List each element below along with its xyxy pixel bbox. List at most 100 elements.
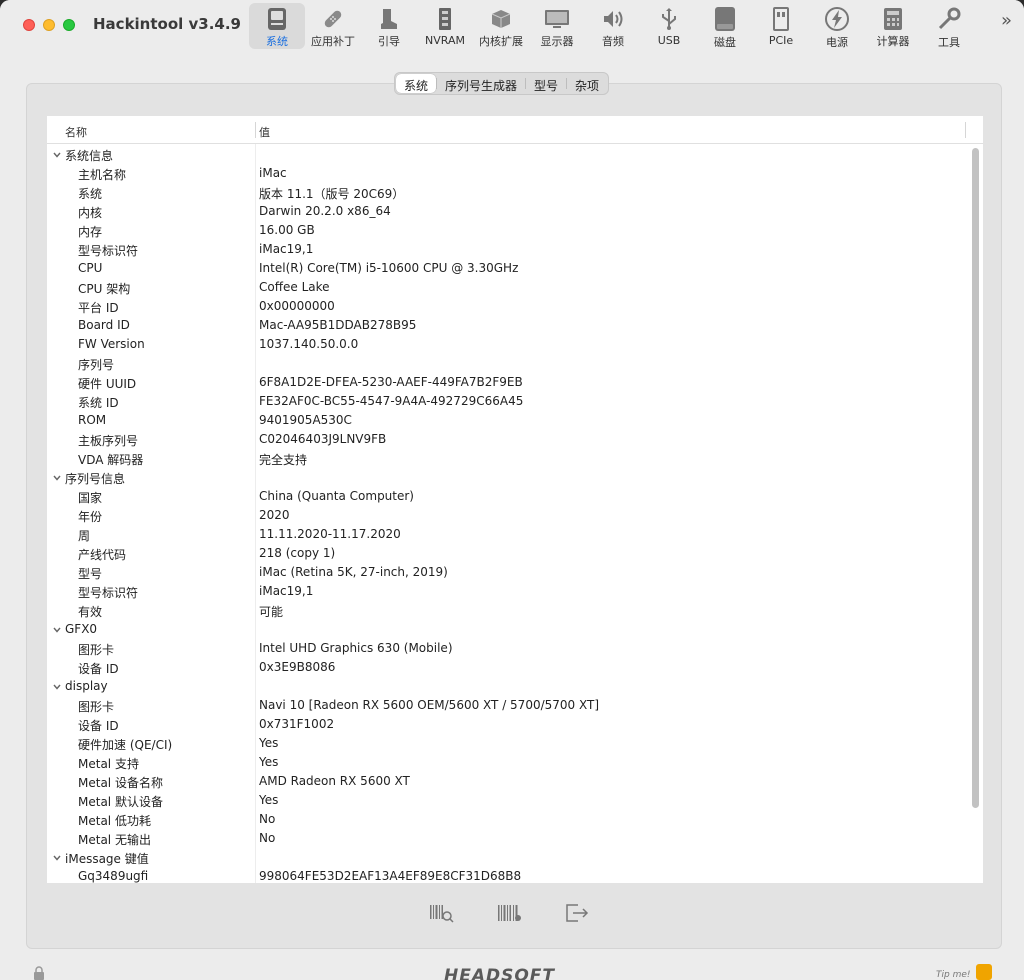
kext-icon <box>488 6 514 31</box>
toolbar-item-system[interactable]: 系统 <box>249 3 305 49</box>
table-row[interactable]: Gq3489ugfi 998064FE53D2EAF13A4EF89E8CF31D… <box>47 867 967 883</box>
table-row[interactable]: Metal 设备名称 AMD Radeon RX 5600 XT <box>47 772 967 791</box>
toolbar-item-pcie[interactable]: PCIe <box>753 3 809 49</box>
table-row[interactable]: 系统 ID FE32AF0C-BC55-4547-9A4A-492729C66A4… <box>47 392 967 411</box>
table-row[interactable]: Metal 低功耗 No <box>47 810 967 829</box>
maximize-window-button[interactable] <box>63 19 75 31</box>
generate-barcode-icon[interactable] <box>494 898 524 928</box>
cell-name: FW Version <box>78 337 145 351</box>
close-window-button[interactable] <box>23 19 35 31</box>
cell-value: AMD Radeon RX 5600 XT <box>259 774 410 788</box>
table-group-row[interactable]: 系统信息 <box>47 145 967 164</box>
cell-name: 有效 <box>78 605 103 619</box>
table-group-row[interactable]: GFX0 <box>47 620 967 639</box>
table-row[interactable]: 设备 ID 0x3E9B8086 <box>47 658 967 677</box>
tab-bar: 系统 序列号生成器 型号 杂项 <box>394 72 610 95</box>
cell-value: Mac-AA95B1DDAB278B95 <box>259 318 417 332</box>
toolbar-item-boot[interactable]: 引导 <box>361 3 417 49</box>
table-row[interactable]: 内存 16.00 GB <box>47 221 967 240</box>
toolbar-item-calculator[interactable]: 计算器 <box>865 3 921 49</box>
table-row[interactable]: FW Version 1037.140.50.0.0 <box>47 335 967 354</box>
cell-value: China (Quanta Computer) <box>259 489 414 503</box>
tip-me-label[interactable]: Tip me! <box>936 970 970 980</box>
table-row[interactable]: Board ID Mac-AA95B1DDAB278B95 <box>47 316 967 335</box>
cell-name: Metal 低功耗 <box>78 814 151 828</box>
minimize-window-button[interactable] <box>43 19 55 31</box>
export-icon[interactable] <box>562 898 592 928</box>
tab-model[interactable]: 型号 <box>526 74 566 93</box>
cell-name: 型号标识符 <box>78 244 139 258</box>
table-row[interactable]: 序列号 <box>47 354 967 373</box>
cell-name: VDA 解码器 <box>78 453 144 467</box>
table-row[interactable]: 主机名称 iMac <box>47 164 967 183</box>
headsoft-logo[interactable]: HEADSOFT <box>444 966 555 980</box>
cell-value: No <box>259 812 276 826</box>
toolbar-item-power[interactable]: 电源 <box>809 3 865 49</box>
table-row[interactable]: Metal 默认设备 Yes <box>47 791 967 810</box>
cell-name: 硬件 UUID <box>78 377 137 391</box>
table-row[interactable]: 年份 2020 <box>47 506 967 525</box>
toolbar-label: 计算器 <box>876 35 910 48</box>
toolbar-item-usb[interactable]: USB <box>641 3 697 49</box>
toolbar-item-kext[interactable]: 内核扩展 <box>473 3 529 49</box>
cell-value: No <box>259 831 276 845</box>
table-row[interactable]: 设备 ID 0x731F1002 <box>47 715 967 734</box>
table-row[interactable]: 主板序列号 C02046403J9LNV9FB <box>47 430 967 449</box>
cell-name: 设备 ID <box>78 662 119 676</box>
table-row[interactable]: 系统 版本 11.1（版号 20C69） <box>47 183 967 202</box>
table-row[interactable]: Metal 无输出 No <box>47 829 967 848</box>
toolbar-item-display[interactable]: 显示器 <box>529 3 585 49</box>
table-row[interactable]: 内核 Darwin 20.2.0 x86_64 <box>47 202 967 221</box>
table-row[interactable]: 硬件 UUID 6F8A1D2E-DFEA-5230-AAEF-449FA7B2F… <box>47 373 967 392</box>
table-row[interactable]: 图形卡 Navi 10 [Radeon RX 5600 OEM/5600 XT /… <box>47 696 967 715</box>
table-row[interactable]: 型号标识符 iMac19,1 <box>47 582 967 601</box>
table-row[interactable]: 型号标识符 iMac19,1 <box>47 240 967 259</box>
toolbar-item-nvram[interactable]: NVRAM <box>417 3 473 49</box>
column-header-value[interactable]: 值 <box>259 124 270 140</box>
tab-serial-generator[interactable]: 序列号生成器 <box>437 74 525 93</box>
table-row[interactable]: 有效 可能 <box>47 601 967 620</box>
table-group-row[interactable]: iMessage 键值 <box>47 848 967 867</box>
tab-system[interactable]: 系统 <box>396 74 437 93</box>
table-row[interactable]: 产线代码 218 (copy 1) <box>47 544 967 563</box>
table-row[interactable]: 国家 China (Quanta Computer) <box>47 487 967 506</box>
chevron-down-icon[interactable] <box>52 681 62 691</box>
scan-barcode-icon[interactable] <box>426 898 456 928</box>
toolbar-overflow-button[interactable]: » <box>1001 10 1012 31</box>
toolbar-item-patch[interactable]: 应用补丁 <box>305 3 361 49</box>
cell-name: iMessage 键值 <box>65 852 149 866</box>
disk-icon <box>712 6 738 32</box>
toolbar-item-disk[interactable]: 磁盘 <box>697 3 753 49</box>
table-body: 系统信息 主机名称 iMac 系统 版本 11.1（版号 20C69） 内核 Darwin… <box>47 145 967 883</box>
scrollbar-thumb[interactable] <box>972 148 979 808</box>
column-header-name[interactable]: 名称 <box>65 124 87 140</box>
tab-misc[interactable]: 杂项 <box>567 74 607 93</box>
cell-value: 998064FE53D2EAF13A4EF89E8CF31D68B8 <box>259 869 522 883</box>
toolbar-item-audio[interactable]: 音频 <box>585 3 641 49</box>
table-row[interactable]: 硬件加速 (QE/CI) Yes <box>47 734 967 753</box>
chevron-down-icon[interactable] <box>52 852 62 862</box>
table-row[interactable]: 图形卡 Intel UHD Graphics 630 (Mobile) <box>47 639 967 658</box>
table-row[interactable]: CPU 架构 Coffee Lake <box>47 278 967 297</box>
toolbar-item-tools[interactable]: 工具 <box>921 3 977 49</box>
power-icon <box>824 6 850 32</box>
table-group-row[interactable]: display <box>47 677 967 696</box>
cell-value: 0x731F1002 <box>259 717 335 731</box>
vertical-scrollbar[interactable] <box>969 146 981 881</box>
table-row[interactable]: Metal 支持 Yes <box>47 753 967 772</box>
table-row[interactable]: 周 11.11.2020-11.17.2020 <box>47 525 967 544</box>
cell-name: ROM <box>78 413 107 427</box>
lock-icon[interactable] <box>32 966 46 980</box>
chevron-down-icon[interactable] <box>52 472 62 482</box>
chevron-down-icon[interactable] <box>52 149 62 159</box>
table-row[interactable]: VDA 解码器 完全支持 <box>47 449 967 468</box>
beer-icon[interactable] <box>976 964 992 980</box>
table-row[interactable]: CPU Intel(R) Core(TM) i5-10600 CPU @ 3.30… <box>47 259 967 278</box>
table-group-row[interactable]: 序列号信息 <box>47 468 967 487</box>
chevron-down-icon[interactable] <box>52 624 62 634</box>
table-header: 名称 值 <box>47 116 983 144</box>
table-row[interactable]: ROM 9401905A530C <box>47 411 967 430</box>
table-row[interactable]: 平台 ID 0x00000000 <box>47 297 967 316</box>
table-row[interactable]: 型号 iMac (Retina 5K, 27-inch, 2019) <box>47 563 967 582</box>
cell-name: 国家 <box>78 491 103 505</box>
